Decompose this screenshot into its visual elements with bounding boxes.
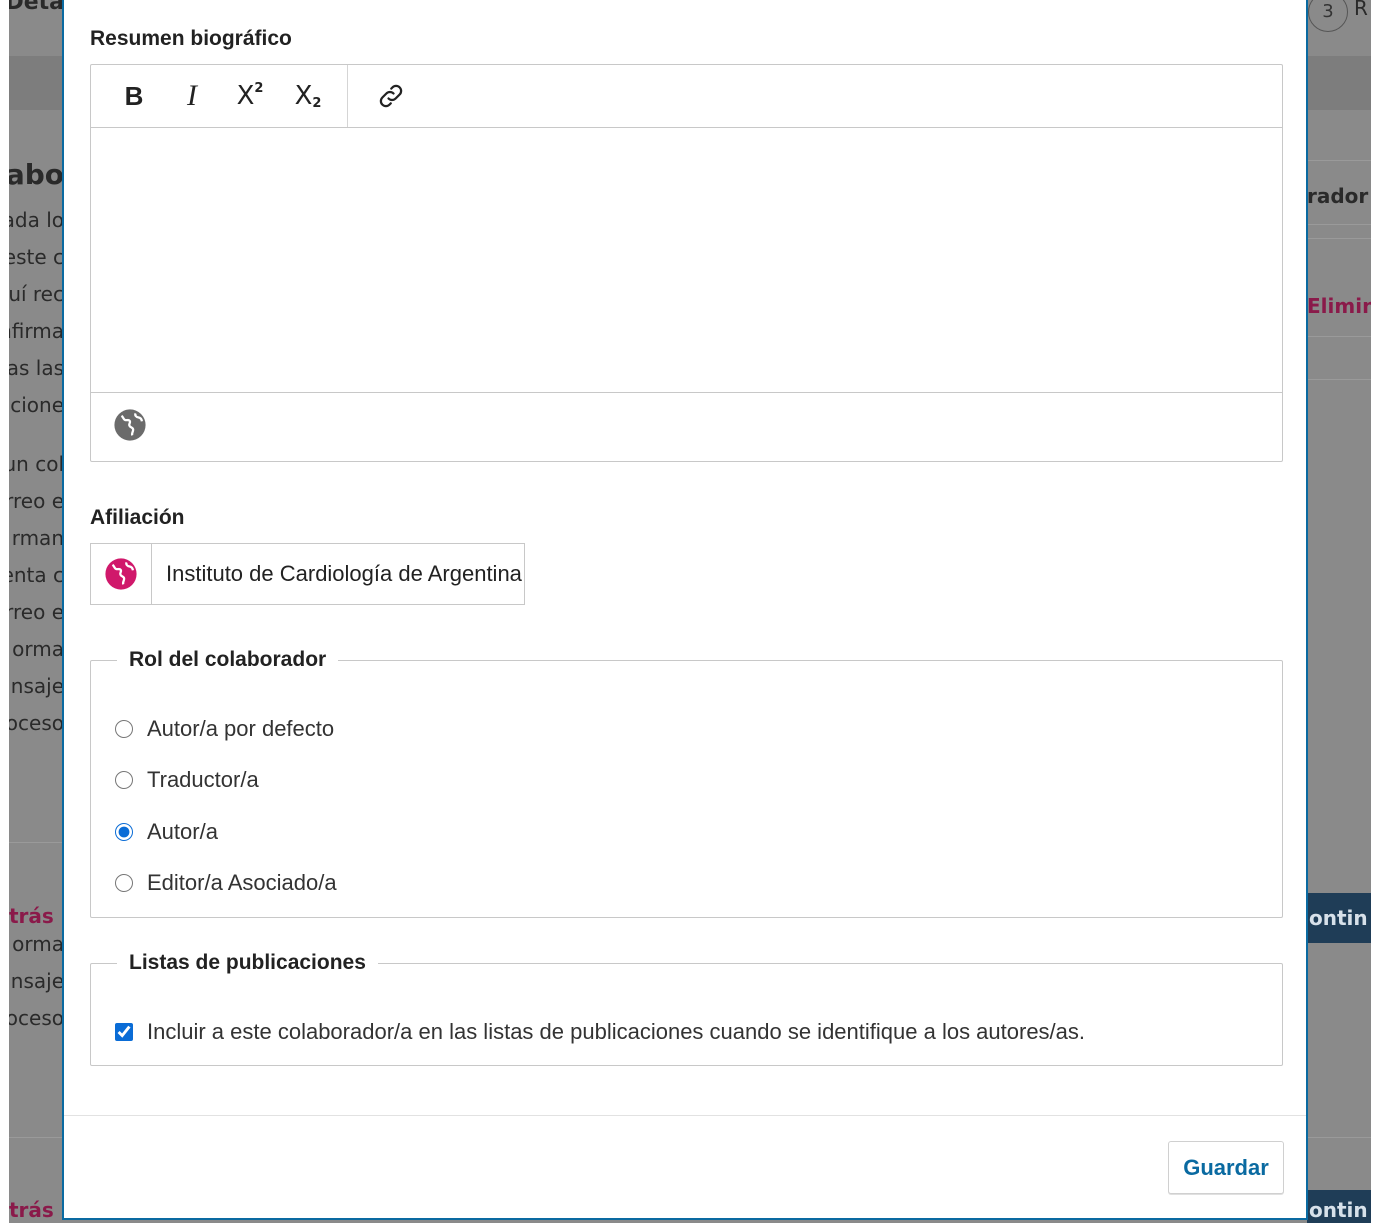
bg-text-line: uí rec (9, 282, 64, 306)
italic-button[interactable]: I (163, 76, 221, 116)
bio-text-area[interactable] (91, 128, 1282, 393)
affiliation-input[interactable] (152, 544, 524, 604)
role-option-label: Autor/a por defecto (147, 716, 335, 741)
role-option-author[interactable]: Autor/a (115, 819, 218, 845)
bg-text-line: rreo e (9, 489, 64, 513)
subscript-base: X (294, 81, 313, 111)
subscript-button[interactable]: X2 (279, 76, 337, 116)
role-option-default-author[interactable]: Autor/a por defecto (115, 716, 334, 742)
subscript-mark: 2 (312, 96, 322, 111)
role-option-translator[interactable]: Traductor/a (115, 767, 259, 793)
role-radio-translator[interactable] (115, 771, 133, 789)
superscript-button[interactable]: X2 (221, 76, 279, 116)
role-option-label: Autor/a (147, 819, 218, 844)
include-in-lists-label: Incluir a este colaborador/a en las list… (147, 1019, 1086, 1044)
bg-text-line: nsaje (10, 674, 64, 698)
publication-lists-legend: Listas de publicaciones (129, 951, 366, 974)
bg-add-contributor-link[interactable]: rador (1307, 184, 1371, 208)
bg-divider (1307, 336, 1371, 337)
bg-back-link-2[interactable]: trás (9, 1198, 64, 1222)
role-radio-default-author[interactable] (115, 720, 133, 738)
editor-toolbar: B I X2 X2 (91, 65, 1282, 128)
bg-text-line: un col (9, 452, 64, 476)
contributor-role-legend: Rol del colaborador (129, 648, 327, 671)
publication-lists-fieldset: Listas de publicaciones Incluir a este c… (90, 951, 1283, 1066)
editor-footer (91, 393, 1282, 461)
bg-back-link[interactable]: trás (9, 904, 64, 928)
role-radio-author[interactable] (115, 823, 133, 841)
bold-icon: B (124, 80, 144, 111)
role-option-label: Editor/a Asociado/a (147, 870, 337, 895)
bio-rich-text-editor: B I X2 X2 (90, 64, 1283, 462)
bg-text-line: rman (11, 526, 64, 550)
italic-icon: I (187, 79, 197, 112)
role-radio-associate-editor[interactable] (115, 874, 133, 892)
superscript-mark: 2 (254, 81, 264, 96)
bg-text-line: oceso (9, 711, 64, 735)
save-button[interactable]: Guardar (1168, 1141, 1284, 1194)
bg-divider (9, 842, 64, 843)
bg-continue-button[interactable]: ontin (1307, 893, 1371, 943)
contributor-role-fieldset: Rol del colaborador Autor/a por defecto … (90, 648, 1283, 918)
edit-contributor-modal: Resumen biográfico B I X2 X2 Afiliación … (62, 0, 1308, 1220)
bg-text-line: enta c (9, 563, 64, 587)
include-in-lists-option[interactable]: Incluir a este colaborador/a en las list… (115, 1019, 1085, 1045)
bg-divider (1307, 160, 1371, 161)
bg-stage-label: R (1354, 0, 1368, 20)
bg-text-line: nfirma (9, 319, 64, 343)
bg-text-line: acione (9, 393, 64, 417)
affiliation-language-button[interactable] (91, 544, 152, 604)
bg-text-line: este c (9, 245, 64, 269)
bg-divider (9, 1137, 64, 1138)
superscript-base: X (236, 81, 255, 111)
bg-divider (1307, 1137, 1371, 1138)
bg-text-line: oceso (9, 1006, 64, 1030)
modal-footer-divider (64, 1115, 1306, 1116)
link-icon (379, 84, 403, 108)
bold-button[interactable]: B (105, 76, 163, 116)
bg-text-line: rreo e (9, 600, 64, 624)
link-button-group (348, 65, 420, 127)
globe-icon (105, 558, 137, 590)
bg-section-heading: olabo (9, 158, 64, 191)
bg-delete-link[interactable]: Elimin (1307, 294, 1371, 318)
bg-text-line: las las (9, 356, 64, 380)
bg-divider (1307, 224, 1371, 225)
bg-text-line: ada lo (9, 208, 64, 232)
bg-divider (1307, 238, 1371, 239)
bg-text-line: orma (12, 637, 64, 661)
format-button-group: B I X2 X2 (91, 65, 348, 127)
bg-text-line: orma (12, 932, 64, 956)
superscript-icon: X2 (237, 81, 264, 111)
link-button[interactable] (362, 76, 420, 116)
role-option-associate-editor[interactable]: Editor/a Asociado/a (115, 870, 337, 896)
subscript-icon: X2 (295, 81, 322, 111)
role-option-label: Traductor/a (147, 767, 259, 792)
bg-text-line: nsaje (10, 969, 64, 993)
bg-continue-button-2[interactable]: ontin (1307, 1190, 1371, 1223)
affiliation-label: Afiliación (90, 506, 185, 529)
bg-page-title: Deta (9, 0, 64, 15)
bio-label: Resumen biográfico (90, 27, 292, 50)
affiliation-field (90, 543, 525, 605)
bg-divider (1307, 379, 1371, 380)
language-globe-icon[interactable] (113, 408, 147, 446)
include-in-lists-checkbox[interactable] (115, 1023, 133, 1041)
